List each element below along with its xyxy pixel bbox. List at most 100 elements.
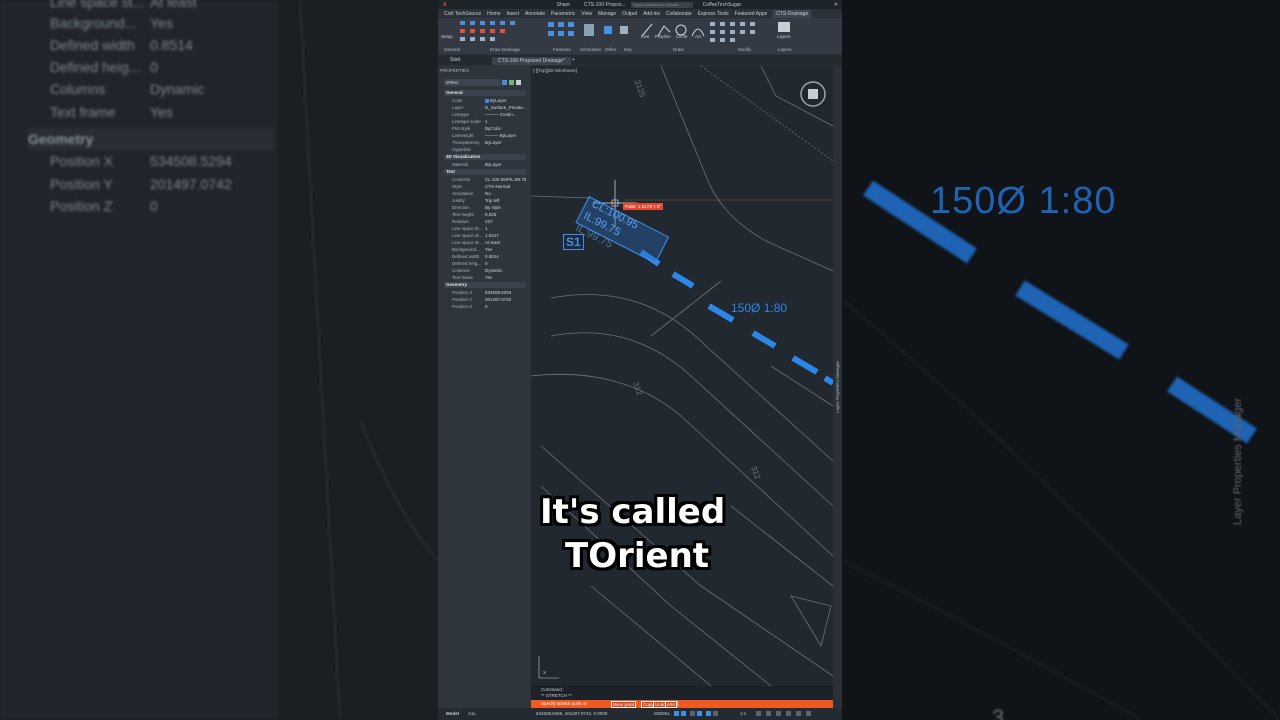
property-row[interactable]: Text frame Yes <box>452 274 528 281</box>
property-row[interactable]: Justify Top left <box>452 197 528 204</box>
property-value[interactable]: ByLayer <box>485 97 507 104</box>
property-row[interactable]: Position Z 0 <box>452 303 528 310</box>
property-row[interactable]: Line space fa... 1 <box>452 225 528 232</box>
workspace-gear-icon[interactable] <box>756 711 761 716</box>
tab-drawing-active[interactable]: CTS-100-Proposed Drainage* <box>492 57 571 65</box>
tab-model[interactable]: Model <box>446 711 459 716</box>
quick-select-icon[interactable] <box>516 80 521 85</box>
property-value[interactable]: Top left <box>485 197 500 204</box>
section-text[interactable]: Text <box>444 169 526 175</box>
property-value[interactable]: 1 <box>485 118 488 125</box>
property-row[interactable]: Plot style ByColor <box>452 125 528 132</box>
tab-insert[interactable]: Insert <box>507 11 520 17</box>
select-objects-icon[interactable] <box>509 80 514 85</box>
property-value[interactable]: CL:100.95\PIL:99.75 <box>485 176 526 183</box>
ribbon-tool-icons[interactable] <box>438 18 842 47</box>
property-value[interactable]: 0.8514 <box>485 253 499 260</box>
property-value[interactable]: Dynamic <box>485 267 503 274</box>
property-value[interactable]: 0.625 <box>485 211 496 218</box>
snap-icon[interactable] <box>681 711 686 716</box>
isolate-icon[interactable] <box>776 711 781 716</box>
polyline-button[interactable]: Polyline <box>655 34 671 39</box>
search-input[interactable]: Type a keyword or phrase <box>630 1 693 8</box>
property-row[interactable]: Lineweight ——— ByLayer <box>452 132 528 139</box>
section-3d-visualization[interactable]: 3D Visualization <box>444 154 526 160</box>
property-value[interactable]: ByLayer <box>485 139 502 146</box>
layer-properties-manager-label[interactable]: Layer Properties Manager <box>835 361 840 413</box>
property-value[interactable]: 534508.5294 <box>485 289 511 296</box>
tab-collaborate[interactable]: Collaborate <box>666 11 692 17</box>
property-value[interactable]: ——— ByLayer <box>485 132 516 139</box>
property-row[interactable]: Annotative No <box>452 190 528 197</box>
property-row[interactable]: Columns Dynamic <box>452 267 528 274</box>
property-row[interactable]: Text height 0.625 <box>452 211 528 218</box>
circle-button[interactable]: Circle <box>676 34 688 39</box>
osnap-icon[interactable] <box>706 711 711 716</box>
property-value[interactable]: At least <box>485 239 500 246</box>
property-row[interactable]: Contents CL:100.95\PIL:99.75 <box>452 176 528 183</box>
property-value[interactable]: ByColor <box>485 125 501 132</box>
polar-icon[interactable] <box>697 711 702 716</box>
layers-button[interactable]: Layers <box>777 34 791 39</box>
tab-parametric[interactable]: Parametric <box>551 11 575 17</box>
tab-start[interactable]: Start <box>450 57 461 63</box>
property-value[interactable]: ——— Contin... <box>485 111 517 118</box>
property-row[interactable]: Material ByLayer <box>452 161 528 168</box>
fullscreen-icon[interactable] <box>796 711 801 716</box>
property-row[interactable]: Line space st... At least <box>452 239 528 246</box>
property-value[interactable]: No <box>485 190 491 197</box>
annotation-scale[interactable]: 1:1 <box>740 711 746 716</box>
property-row[interactable]: Style CTS-Normal <box>452 183 528 190</box>
drawing-canvas[interactable]: [-][Top][2D Wireframe] CL:100.95 IL:99.7… <box>531 66 833 686</box>
option-exit[interactable]: eXit <box>665 701 677 708</box>
customize-menu-icon[interactable] <box>806 711 811 716</box>
property-value[interactable]: 0 <box>485 260 488 267</box>
tab-civil-techsource[interactable]: Civil TechSource <box>444 11 481 17</box>
tab-featured-apps[interactable]: Featured Apps <box>735 11 768 17</box>
property-row[interactable]: Transparency ByLayer <box>452 139 528 146</box>
tab-cts-drainage[interactable]: CTS-Drainage <box>773 9 812 18</box>
tab-annotate[interactable]: Annotate <box>525 11 545 17</box>
property-row[interactable]: Background... Yes <box>452 246 528 253</box>
tab-manage[interactable]: Manage <box>598 11 616 17</box>
lineweight-icon[interactable] <box>713 711 718 716</box>
property-row[interactable]: Hyperlink <box>452 146 528 153</box>
tab-output[interactable]: Output <box>622 11 637 17</box>
viewport-controls[interactable]: [-][Top][2D Wireframe] <box>533 68 577 73</box>
model-space-toggle[interactable]: MODEL <box>654 711 670 716</box>
hardware-acceleration-icon[interactable] <box>786 711 791 716</box>
property-value[interactable]: Yes <box>485 274 492 281</box>
property-value[interactable]: 227 <box>485 218 493 225</box>
property-row[interactable]: Color ByLayer <box>452 97 528 104</box>
ortho-icon[interactable] <box>690 711 695 716</box>
property-row[interactable]: Defined width 0.8514 <box>452 253 528 260</box>
tab-view[interactable]: View <box>581 11 592 17</box>
property-row[interactable]: Linetype scale 1 <box>452 118 528 125</box>
option-base-point[interactable]: Base point <box>611 701 637 708</box>
tab-layout[interactable]: A1L <box>468 711 476 716</box>
property-row[interactable]: Position Y 201497.0742 <box>452 296 528 303</box>
tab-express-tools[interactable]: Express Tools <box>698 11 729 17</box>
tab-add-ins[interactable]: Add-ins <box>643 11 660 17</box>
property-row[interactable]: Direction By style <box>452 204 528 211</box>
section-geometry[interactable]: Geometry <box>444 282 526 288</box>
property-value[interactable]: CTS-Normal <box>485 183 510 190</box>
share-button[interactable]: Share <box>557 2 570 8</box>
property-row[interactable]: Defined heig... 0 <box>452 260 528 267</box>
add-tab-icon[interactable]: + <box>572 57 575 63</box>
property-value[interactable]: 1 <box>485 225 488 232</box>
viewcube-icon[interactable] <box>799 80 827 108</box>
section-general[interactable]: General <box>444 90 526 96</box>
property-row[interactable]: Rotation 227 <box>452 218 528 225</box>
user-account[interactable]: CoffeeTechSugar <box>703 2 742 8</box>
property-value[interactable]: ByLayer <box>485 161 502 168</box>
property-value[interactable]: 0 <box>485 303 488 310</box>
property-value[interactable]: 201497.0742 <box>485 296 511 303</box>
grid-icon[interactable] <box>674 711 679 716</box>
property-row[interactable]: Position X 534508.5294 <box>452 289 528 296</box>
property-row[interactable]: Layer D_Surface_Private... <box>452 104 528 111</box>
selection-dropdown[interactable]: MText <box>444 79 501 86</box>
property-row[interactable]: Linetype ——— Contin... <box>452 111 528 118</box>
app-logo-icon[interactable]: A <box>443 2 447 8</box>
property-value[interactable]: Yes <box>485 246 492 253</box>
